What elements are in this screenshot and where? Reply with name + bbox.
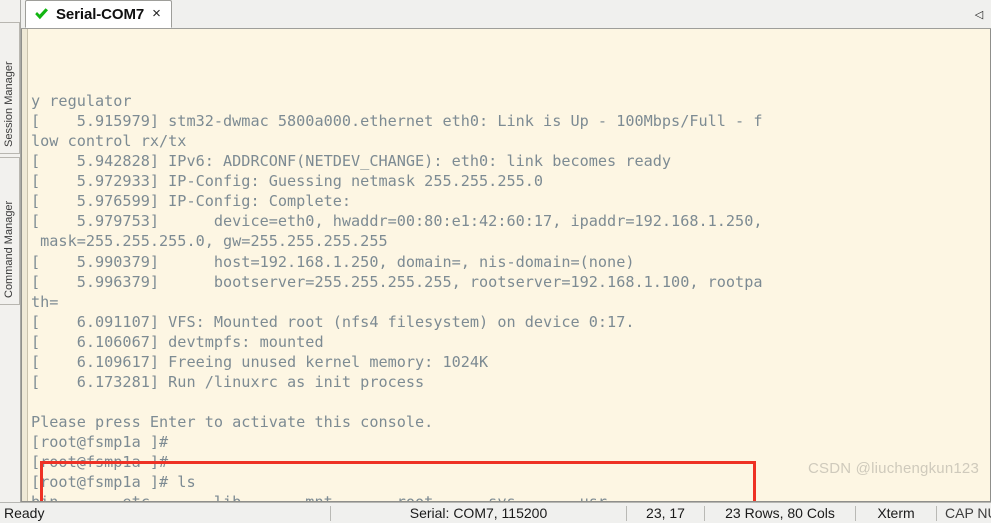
terminal-line: [ 6.109617] Freeing unused kernel memory… xyxy=(31,352,489,371)
watermark-text: CSDN @liuchengkun123 xyxy=(808,460,979,477)
terminal-line: [root@fsmp1a ]# xyxy=(31,432,178,451)
terminal-application-window: Session Manager Command Manager Serial-C… xyxy=(0,0,991,523)
terminal-line: [ 6.091107] VFS: Mounted root (nfs4 file… xyxy=(31,312,635,331)
status-bar: Ready Serial: COM7, 115200 23, 17 23 Row… xyxy=(0,502,991,523)
terminal-frame: y regulator[ 5.915979] stm32-dwmac 5800a… xyxy=(21,29,991,502)
status-ready: Ready xyxy=(4,504,45,521)
terminal-line: bin etc lib mnt root sys usr xyxy=(31,492,990,501)
tab-label: Serial-COM7 xyxy=(56,5,145,23)
window-body: Session Manager Command Manager Serial-C… xyxy=(0,0,991,502)
terminal-line: [ 5.976599] IP-Config: Complete: xyxy=(31,192,352,211)
sidebar-item-command-manager[interactable]: Command Manager xyxy=(0,157,20,305)
status-emulation: Xterm xyxy=(877,504,915,521)
chevron-left-icon[interactable]: ◁ xyxy=(969,0,989,28)
close-icon[interactable]: × xyxy=(151,6,162,23)
terminal-line: [ 5.972933] IP-Config: Guessing netmask … xyxy=(31,172,544,191)
terminal-line: [ 5.979753] device=eth0, hwaddr=00:80:e1… xyxy=(31,212,763,231)
terminal-line: Please press Enter to activate this cons… xyxy=(31,412,434,431)
terminal-line: [ 6.106067] devtmpfs: mounted xyxy=(31,332,324,351)
terminal-line: [ 5.996379] bootserver=255.255.255.255, … xyxy=(31,272,763,291)
main-column: Serial-COM7 × ◁ y regulator[ 5.915979] s… xyxy=(21,0,991,502)
tab-serial-com7[interactable]: Serial-COM7 × xyxy=(25,0,172,28)
terminal-line: low control rx/tx xyxy=(31,132,187,151)
status-keyboard-indicators: CAP NUM xyxy=(945,504,991,521)
terminal-line: [ 5.990379] host=192.168.1.250, domain=,… xyxy=(31,252,635,271)
terminal-line: th= xyxy=(31,292,59,311)
terminal-line: [ 5.915979] stm32-dwmac 5800a000.etherne… xyxy=(31,112,763,131)
left-dock-panel: Session Manager Command Manager xyxy=(0,0,21,502)
status-serial-settings: Serial: COM7, 115200 xyxy=(409,504,548,521)
status-cursor-position: 23, 17 xyxy=(646,504,685,521)
terminal-line: y regulator xyxy=(31,92,132,111)
status-terminal-size: 23 Rows, 80 Cols xyxy=(725,504,835,521)
green-check-icon xyxy=(34,7,49,21)
terminal-line: mask=255.255.255.0, gw=255.255.255.255 xyxy=(31,232,388,251)
terminal-line: [ 6.173281] Run /linuxrc as init process xyxy=(31,372,425,391)
tab-strip: Serial-COM7 × ◁ xyxy=(21,0,991,29)
sidebar-item-session-manager[interactable]: Session Manager xyxy=(0,22,20,154)
terminal-output[interactable]: y regulator[ 5.915979] stm32-dwmac 5800a… xyxy=(28,29,990,501)
terminal-line: [ 5.942828] IPv6: ADDRCONF(NETDEV_CHANGE… xyxy=(31,152,672,171)
